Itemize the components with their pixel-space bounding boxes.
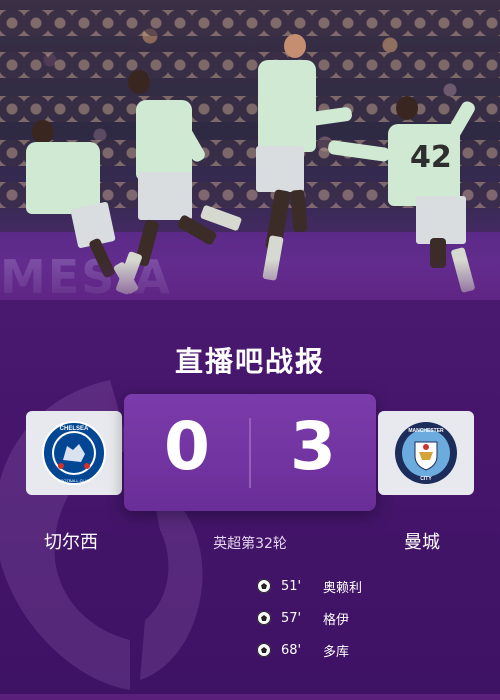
home-crest-subtext: FOOTBALL CLUB — [58, 478, 91, 483]
match-photo: MES A 42 — [0, 0, 500, 300]
chelsea-crest-icon: CHELSEA FOOTBALL CLUB — [42, 421, 106, 485]
home-team-crest: CHELSEA FOOTBALL CLUB — [26, 411, 122, 495]
away-crest-subtext: CITY — [420, 476, 432, 482]
goal-scorer: 多库 — [323, 644, 350, 660]
home-score: 0 — [164, 408, 210, 485]
home-crest-text: CHELSEA — [60, 426, 89, 432]
soccer-ball-icon — [257, 579, 271, 593]
goal-scorer: 奥赖利 — [323, 580, 363, 596]
goal-item: 68' 多库 — [257, 634, 362, 666]
crowd-background — [0, 10, 500, 36]
jersey-number: 42 — [410, 140, 452, 175]
goal-minute: 57' — [281, 610, 302, 626]
goal-minute: 68' — [281, 642, 302, 658]
man-city-crest-icon: MANCHESTER CITY — [395, 422, 457, 484]
photo-fade — [0, 260, 500, 300]
soccer-ball-icon — [257, 643, 271, 657]
crowd-background — [0, 96, 500, 122]
soccer-ball-icon — [257, 611, 271, 625]
goal-item: 57' 格伊 — [257, 602, 362, 634]
scoreboard: 0 3 — [124, 394, 376, 511]
brand-title: 直播吧战报 — [0, 340, 500, 380]
goal-item: 51' 奥赖利 — [257, 570, 362, 602]
goal-scorer: 格伊 — [323, 612, 350, 628]
away-team-crest: MANCHESTER CITY — [378, 411, 474, 495]
away-crest-text: MANCHESTER — [408, 428, 444, 434]
crowd-background — [0, 52, 500, 78]
away-team-name: 曼城 — [404, 532, 440, 553]
brand-title-right: 报 — [295, 345, 326, 378]
brand-title-left: 直播吧战 — [174, 345, 295, 378]
goal-minute: 51' — [281, 578, 302, 594]
away-score: 3 — [290, 408, 336, 485]
goal-list: 51' 奥赖利 57' 格伊 68' 多库 — [257, 570, 362, 666]
